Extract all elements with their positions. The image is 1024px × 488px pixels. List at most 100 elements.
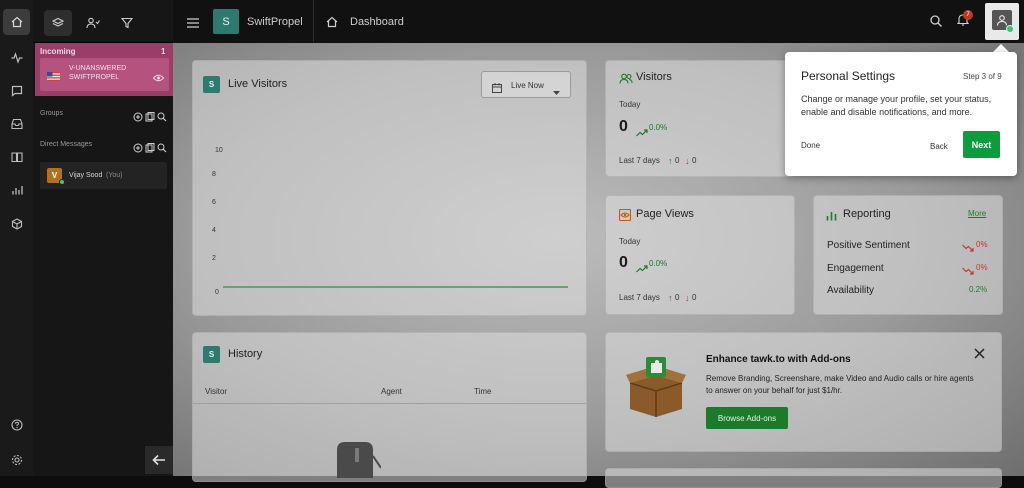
- knowledge-base-icon[interactable]: [0, 144, 33, 170]
- popover-back-button[interactable]: Back: [930, 142, 948, 151]
- visitors-today-label: Today: [619, 100, 641, 109]
- visitors-icon: [619, 71, 633, 89]
- incoming-item-line1: V-UNANSWERED: [69, 65, 127, 72]
- page-title: Dashboard: [350, 16, 404, 28]
- next-card-peek: [605, 468, 1002, 488]
- activity-icon[interactable]: [0, 45, 33, 71]
- history-col-visitor: Visitor: [205, 387, 228, 396]
- y-tick-6: 6: [212, 199, 216, 206]
- arrow-left-icon: [152, 454, 165, 466]
- collapse-sidebar-button[interactable]: [145, 446, 173, 474]
- trend-up-icon: [636, 124, 648, 142]
- history-title: History: [228, 348, 263, 360]
- addons-card: Enhance tawk.to with Add-ons Remove Bran…: [605, 332, 1002, 452]
- live-visitors-title: Live Visitors: [228, 78, 288, 90]
- help-icon[interactable]: [0, 412, 33, 438]
- popover-step: Step 3 of 9: [963, 72, 1002, 81]
- dashboard-home-icon: [326, 15, 338, 33]
- filter-icon[interactable]: [113, 10, 141, 36]
- incoming-count: 1: [161, 47, 166, 56]
- reporting-icon[interactable]: [0, 177, 33, 203]
- page-views-title: Page Views: [636, 208, 694, 220]
- reporting-row-label: Engagement: [827, 263, 884, 274]
- search-icon[interactable]: [930, 14, 942, 32]
- profile-button[interactable]: [985, 3, 1019, 40]
- history-badge: S: [203, 346, 220, 363]
- chat-icon[interactable]: [0, 78, 33, 104]
- trend-up-icon: [636, 260, 648, 278]
- popover-arrow: [993, 44, 1009, 52]
- dm-actions: [133, 140, 169, 158]
- arrow-up-icon: ↑: [668, 156, 673, 166]
- reporting-card: Reporting More Positive Sentiment 0% Eng…: [813, 195, 1003, 315]
- reporting-row-value: 0%: [976, 263, 988, 272]
- history-header-divider: [193, 403, 586, 404]
- mailbox-icon: [331, 438, 382, 483]
- close-icon[interactable]: [974, 346, 985, 364]
- visitors-last7-label: Last 7 days: [619, 156, 660, 165]
- hamburger-menu-icon[interactable]: [187, 15, 199, 33]
- page-views-icon: [618, 208, 632, 226]
- notification-count-badge: 7: [963, 10, 973, 20]
- nav-rail: [0, 0, 33, 476]
- popover-title: Personal Settings: [801, 69, 896, 83]
- history-col-time: Time: [474, 387, 492, 396]
- agent-you-suffix: (You): [106, 172, 123, 179]
- home-icon[interactable]: [3, 9, 30, 35]
- profile-status-dot: [1006, 25, 1014, 33]
- arrow-up-icon: ↑: [668, 293, 673, 303]
- settings-gear-icon[interactable]: [0, 447, 33, 473]
- addons-icon[interactable]: [0, 211, 33, 237]
- layers-icon[interactable]: [44, 10, 72, 36]
- reporting-row-value: 0.2%: [969, 285, 988, 294]
- chevron-down-icon: [553, 83, 560, 101]
- trend-down-icon: [962, 262, 974, 280]
- browse-addons-button[interactable]: Browse Add-ons: [706, 407, 788, 429]
- popover-done-button[interactable]: Done: [801, 141, 820, 150]
- page-views-up-count: 0: [675, 293, 680, 302]
- page-views-last7-label: Last 7 days: [619, 293, 660, 302]
- reporting-more-link[interactable]: More: [968, 209, 986, 218]
- page-views-change: 0.0%: [649, 259, 668, 268]
- history-card: S History Visitor Agent Time: [192, 332, 587, 482]
- online-status-dot: [59, 179, 65, 185]
- popover-next-button[interactable]: Next: [963, 131, 1000, 158]
- reporting-title: Reporting: [843, 208, 891, 220]
- agent-row[interactable]: V Vijay Sood (You): [40, 162, 167, 189]
- visitors-down-count: 0: [692, 156, 697, 165]
- y-tick-0: 0: [215, 289, 219, 296]
- direct-messages-label: Direct Messages: [40, 141, 93, 148]
- group-actions: [133, 109, 169, 127]
- property-name[interactable]: SwiftPropel: [247, 16, 303, 28]
- live-visitors-card: S Live Visitors Live Now 10 8 6 4 2 0: [192, 60, 587, 316]
- eye-icon[interactable]: [152, 69, 165, 87]
- live-visitors-badge: S: [203, 76, 220, 93]
- assign-user-icon[interactable]: [79, 10, 107, 36]
- addons-desc-line1: Remove Branding, Screenshare, make Video…: [706, 374, 974, 383]
- property-logo[interactable]: S: [213, 9, 239, 34]
- incoming-chat-item[interactable]: V-UNANSWERED SWIFTPROPEL: [40, 58, 169, 91]
- popover-desc-line2: enable and disable notifications, and mo…: [801, 107, 973, 117]
- incoming-item-line2: SWIFTPROPEL: [69, 74, 120, 81]
- arrow-down-icon: ↓: [685, 156, 690, 166]
- addons-desc-line2: to answer on your behalf for just $1/hr.: [706, 386, 843, 395]
- us-flag-icon: [47, 68, 60, 81]
- inbox-icon[interactable]: [0, 111, 33, 137]
- divider: [313, 0, 314, 42]
- live-now-dropdown[interactable]: Live Now: [481, 71, 571, 98]
- addons-title: Enhance tawk.to with Add-ons: [706, 354, 851, 365]
- history-col-agent: Agent: [381, 387, 402, 396]
- addon-box-icon: [626, 355, 686, 422]
- live-now-label: Live Now: [511, 81, 544, 90]
- trend-down-icon: [962, 239, 974, 257]
- visitors-title: Visitors: [636, 71, 672, 83]
- y-tick-2: 2: [212, 255, 216, 262]
- page-views-today-value: 0: [619, 254, 628, 271]
- popover-desc-line1: Change or manage your profile, set your …: [801, 94, 992, 104]
- page-views-down-count: 0: [692, 293, 697, 302]
- page-views-card: Page Views Today 0 0.0% Last 7 days ↑ 0 …: [605, 195, 795, 315]
- visitors-today-value: 0: [619, 118, 628, 135]
- incoming-title: Incoming: [40, 47, 76, 56]
- page-views-today-label: Today: [619, 237, 641, 246]
- visitors-change: 0.0%: [649, 123, 668, 132]
